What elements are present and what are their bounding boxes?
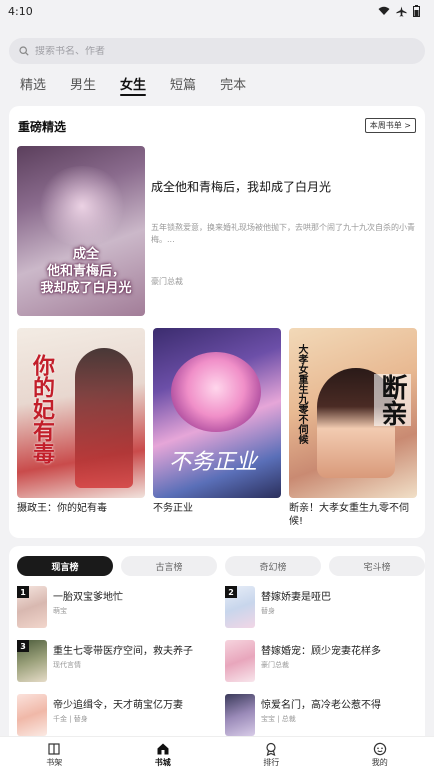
ranking-book-tag: 替身: [261, 607, 275, 615]
wifi-icon: [378, 6, 390, 15]
tab-jingxuan[interactable]: 精选: [20, 74, 46, 93]
featured-book-cover[interactable]: 成全 他和青梅后， 我却成了白月光: [17, 146, 145, 316]
book-card[interactable]: 不务正业 不务正业: [153, 328, 281, 515]
ranking-book-title: 重生七零带医疗空间，救夫养子: [53, 646, 193, 657]
cover-art: [37, 166, 127, 246]
book-thumbnail: [225, 694, 255, 736]
book-cover: 你的妃有毒: [17, 328, 145, 498]
book-title: 不务正业: [153, 503, 193, 514]
ranking-book-title: 替嫁娇妻是哑巴: [261, 592, 331, 603]
ranking-item[interactable]: 3 重生七零带医疗空间，救夫养子 现代言情: [17, 640, 217, 684]
ranking-book-tag: 千金 | 替身: [53, 715, 88, 723]
tab-complete[interactable]: 完本: [220, 74, 246, 93]
book-thumbnail: [17, 694, 47, 736]
cover-title-text: 你的妃有毒: [29, 354, 54, 464]
cover-art: [75, 348, 133, 488]
ranking-tab-ancient[interactable]: 古言榜: [121, 556, 217, 576]
cover-title-text: 成全 他和青梅后， 我却成了白月光: [40, 247, 132, 296]
book-thumbnail: [225, 640, 255, 682]
ranking-tab-house[interactable]: 宅斗榜: [329, 556, 425, 576]
book-title: 摄政王：你的妃有毒: [17, 503, 107, 514]
ranking-book-title: 一胎双宝爹地忙: [53, 592, 123, 603]
nav-label: 排行: [263, 757, 280, 767]
nav-profile[interactable]: 我的: [350, 742, 410, 768]
featured-book-description: 五年锁熬爱意，换来婚礼现场被他抛下，去哄那个闹了九十九次自杀的小青梅。...: [151, 223, 415, 244]
ranking-card: 现言榜 古言榜 奇幻榜 宅斗榜 1 一胎双宝爹地忙 萌宝 2 替嫁娇妻是哑巴 替…: [9, 546, 425, 736]
ranking-item[interactable]: 1 一胎双宝爹地忙 萌宝: [17, 586, 217, 630]
ranking-book-title: 替嫁婚宠：顾少宠妻花样多: [261, 646, 381, 657]
battery-icon: [413, 5, 420, 17]
cover-title-text: 不务正业: [169, 450, 258, 475]
book-cover: 大孝女重生九零不伺候 断亲: [289, 328, 417, 498]
nav-label: 书城: [154, 757, 171, 767]
nav-ranking[interactable]: 排行: [241, 742, 301, 768]
status-bar: 4:10: [0, 0, 434, 22]
tab-short[interactable]: 短篇: [170, 74, 196, 93]
status-time: 4:10: [8, 4, 33, 18]
nav-label: 我的: [371, 757, 388, 767]
ranking-tab-fantasy[interactable]: 奇幻榜: [225, 556, 321, 576]
tab-female[interactable]: 女生: [120, 74, 147, 96]
search-icon: [19, 46, 29, 56]
book-title: 断亲！大孝女重生九零不伺候!: [289, 503, 409, 527]
ranking-item[interactable]: 替嫁婚宠：顾少宠妻花样多 豪门总裁: [225, 640, 425, 684]
ranking-book-title: 帝少追缉令，天才萌宝亿万妻: [53, 700, 183, 711]
ranking-item[interactable]: 帝少追缉令，天才萌宝亿万妻 千金 | 替身: [17, 694, 217, 738]
book-card[interactable]: 大孝女重生九零不伺候 断亲 断亲！大孝女重生九零不伺候!: [289, 328, 417, 528]
nav-bookshelf[interactable]: 书架: [24, 742, 84, 768]
profile-icon: [373, 742, 386, 755]
ranking-book-title: 惊爱名门，高冷老公惹不得: [261, 700, 381, 711]
cover-art: [171, 352, 261, 432]
featured-book-author: 豪门总裁: [151, 277, 183, 286]
ranking-item[interactable]: 2 替嫁娇妻是哑巴 替身: [225, 586, 425, 630]
book-open-icon: [48, 742, 60, 755]
book-card[interactable]: 你的妃有毒 摄政王：你的妃有毒: [17, 328, 145, 515]
rank-badge: 2: [225, 586, 237, 598]
ranking-book-tag: 豪门总裁: [261, 661, 289, 669]
cover-subtitle-text: 大孝女重生九零不伺候: [296, 344, 307, 444]
ranking-item[interactable]: 惊爱名门，高冷老公惹不得 宝宝 | 总裁: [225, 694, 425, 738]
search-input[interactable]: [35, 45, 395, 57]
nav-label: 书架: [46, 757, 63, 767]
search-bar[interactable]: [9, 38, 425, 64]
weekly-list-button[interactable]: 本周书单 >: [364, 118, 416, 133]
featured-card: 重磅精选 本周书单 > 成全 他和青梅后， 我却成了白月光 成全他和青梅后，我却…: [9, 106, 425, 538]
home-icon: [157, 743, 169, 754]
bottom-nav: 书架 书城 排行 我的: [0, 736, 434, 772]
status-icons: [378, 5, 420, 17]
rank-badge: 3: [17, 640, 29, 652]
cover-title-text: 断亲: [374, 374, 411, 426]
tab-male[interactable]: 男生: [70, 74, 96, 93]
ranking-tabs: 现言榜 古言榜 奇幻榜 宅斗榜: [17, 556, 425, 576]
book-cover: 不务正业: [153, 328, 281, 498]
section-title: 重磅精选: [18, 120, 67, 134]
featured-book-title[interactable]: 成全他和青梅后，我却成了白月光: [151, 178, 331, 195]
ranking-icon: [266, 742, 276, 756]
airplane-icon: [396, 5, 407, 17]
ranking-book-tag: 萌宝: [53, 607, 67, 615]
rank-badge: 1: [17, 586, 29, 598]
category-tabs: 精选 男生 女生 短篇 完本: [20, 72, 246, 96]
ranking-book-tag: 宝宝 | 总裁: [261, 715, 296, 723]
ranking-book-tag: 现代言情: [53, 661, 81, 669]
ranking-tab-modern[interactable]: 现言榜: [17, 556, 113, 576]
nav-bookstore[interactable]: 书城: [133, 742, 193, 768]
